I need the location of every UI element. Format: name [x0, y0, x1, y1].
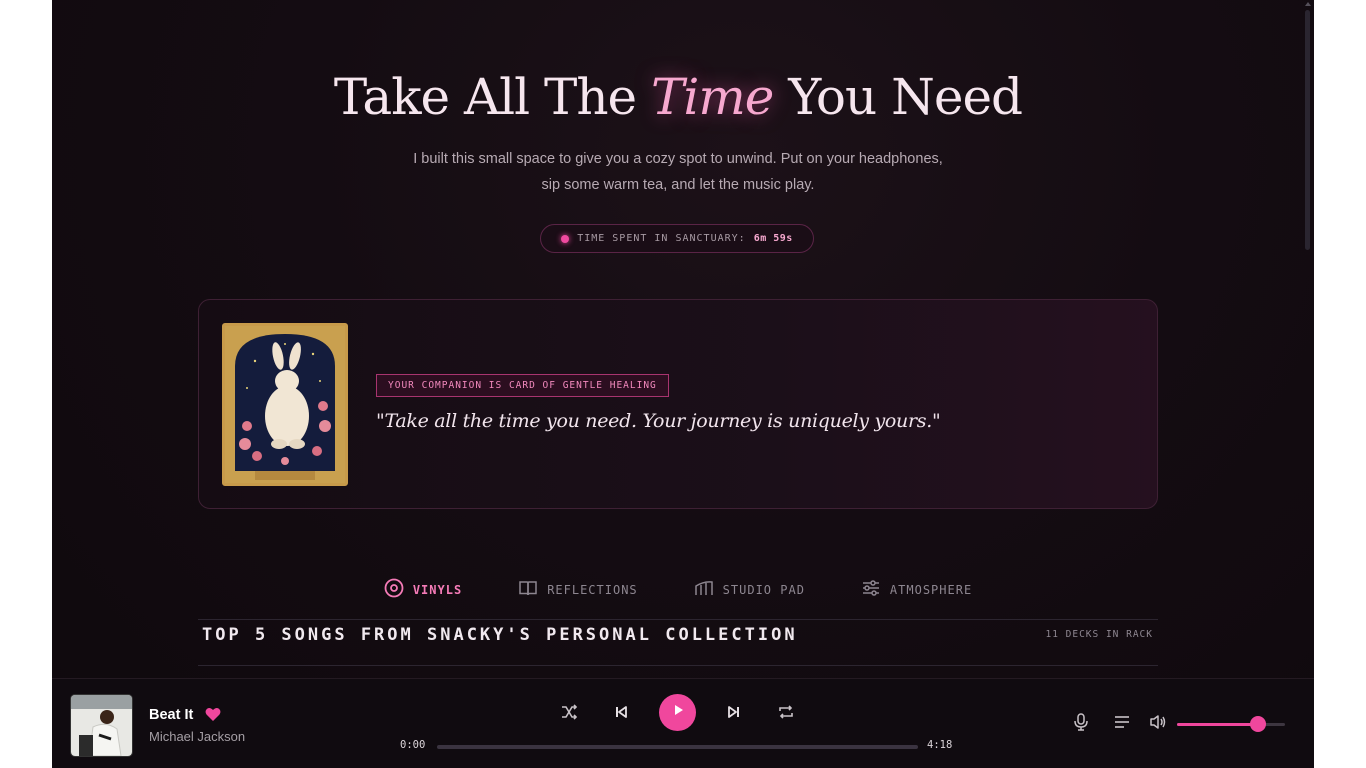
tab-label: REFLECTIONS [547, 582, 638, 597]
next-button[interactable] [721, 701, 747, 727]
tab-label: ATMOSPHERE [889, 582, 973, 597]
skip-previous-icon [613, 704, 629, 725]
companion-card-panel: YOUR COMPANION IS CARD OF GENTLE HEALING… [198, 299, 1158, 509]
shuffle-button[interactable] [556, 701, 582, 727]
page-subtitle: I built this small space to give you a c… [52, 146, 1304, 198]
status-dot-icon [561, 234, 570, 243]
volume-button[interactable] [1145, 711, 1171, 737]
tab-label: VINYLS [412, 582, 463, 597]
title-part-2: You Need [788, 68, 1023, 126]
favorite-heart-icon[interactable] [205, 707, 221, 722]
tab-bar: VINYLS REFLECTIONS STUDIO PAD ATMOSPHERE [52, 578, 1304, 601]
tab-label: STUDIO PAD [722, 582, 805, 597]
title-part-1: Take All The [333, 68, 637, 126]
book-icon [518, 578, 538, 601]
tab-vinyls[interactable]: VINYLS [384, 578, 462, 601]
piano-icon [694, 578, 714, 601]
skip-next-icon [726, 704, 742, 725]
tab-studio-pad[interactable]: STUDIO PAD [694, 578, 805, 601]
sliders-icon [861, 578, 881, 601]
music-player-bar: Beat It Michael Jackson 0:00 4:18 [52, 678, 1314, 768]
album-art [70, 694, 133, 757]
duration: 4:18 [927, 739, 953, 751]
decks-count: 11 DECKS IN RACK [1045, 629, 1153, 640]
divider [198, 619, 1158, 620]
volume-icon [1149, 714, 1167, 735]
companion-quote: "Take all the time you need. Your journe… [376, 410, 941, 432]
repeat-button[interactable] [773, 701, 799, 727]
timer-value: 6m 59s [753, 233, 793, 244]
queue-list-icon [1114, 715, 1130, 734]
tab-atmosphere[interactable]: ATMOSPHERE [861, 578, 972, 601]
microphone-icon [1073, 712, 1089, 736]
divider [198, 665, 1158, 666]
current-time: 0:00 [400, 739, 426, 751]
subtitle-line-2: sip some warm tea, and let the music pla… [541, 177, 815, 193]
tab-reflections[interactable]: REFLECTIONS [518, 578, 637, 601]
volume-slider-fill [1177, 723, 1258, 726]
title-accent: Time [651, 68, 774, 126]
repeat-icon [777, 703, 795, 726]
section-title: TOP 5 SONGS FROM SNACKY'S PERSONAL COLLE… [202, 625, 798, 645]
play-icon [671, 703, 685, 722]
queue-button[interactable] [1109, 711, 1135, 737]
volume-slider-knob[interactable] [1250, 716, 1266, 732]
page-title: Take All The Time You Need [52, 68, 1304, 126]
lyrics-button[interactable] [1068, 711, 1094, 737]
volume-slider[interactable] [1177, 716, 1285, 732]
track-artist[interactable]: Michael Jackson [149, 729, 245, 744]
track-title[interactable]: Beat It [149, 707, 193, 723]
scroll-up-arrow-icon[interactable] [1305, 2, 1311, 6]
companion-badge: YOUR COMPANION IS CARD OF GENTLE HEALING [376, 374, 669, 397]
scrollbar[interactable] [1305, 10, 1310, 250]
app-window: Take All The Time You Need I built this … [52, 0, 1314, 768]
play-button[interactable] [659, 694, 696, 731]
timer-label: TIME SPENT IN SANCTUARY: [577, 233, 746, 244]
previous-button[interactable] [608, 701, 634, 727]
time-spent-badge: TIME SPENT IN SANCTUARY: 6m 59s [540, 224, 814, 253]
vinyl-icon [384, 578, 404, 601]
progress-bar[interactable] [437, 745, 918, 749]
shuffle-icon [560, 703, 578, 726]
rabbit-tarot-card-icon [222, 323, 348, 486]
subtitle-line-1: I built this small space to give you a c… [413, 151, 943, 167]
